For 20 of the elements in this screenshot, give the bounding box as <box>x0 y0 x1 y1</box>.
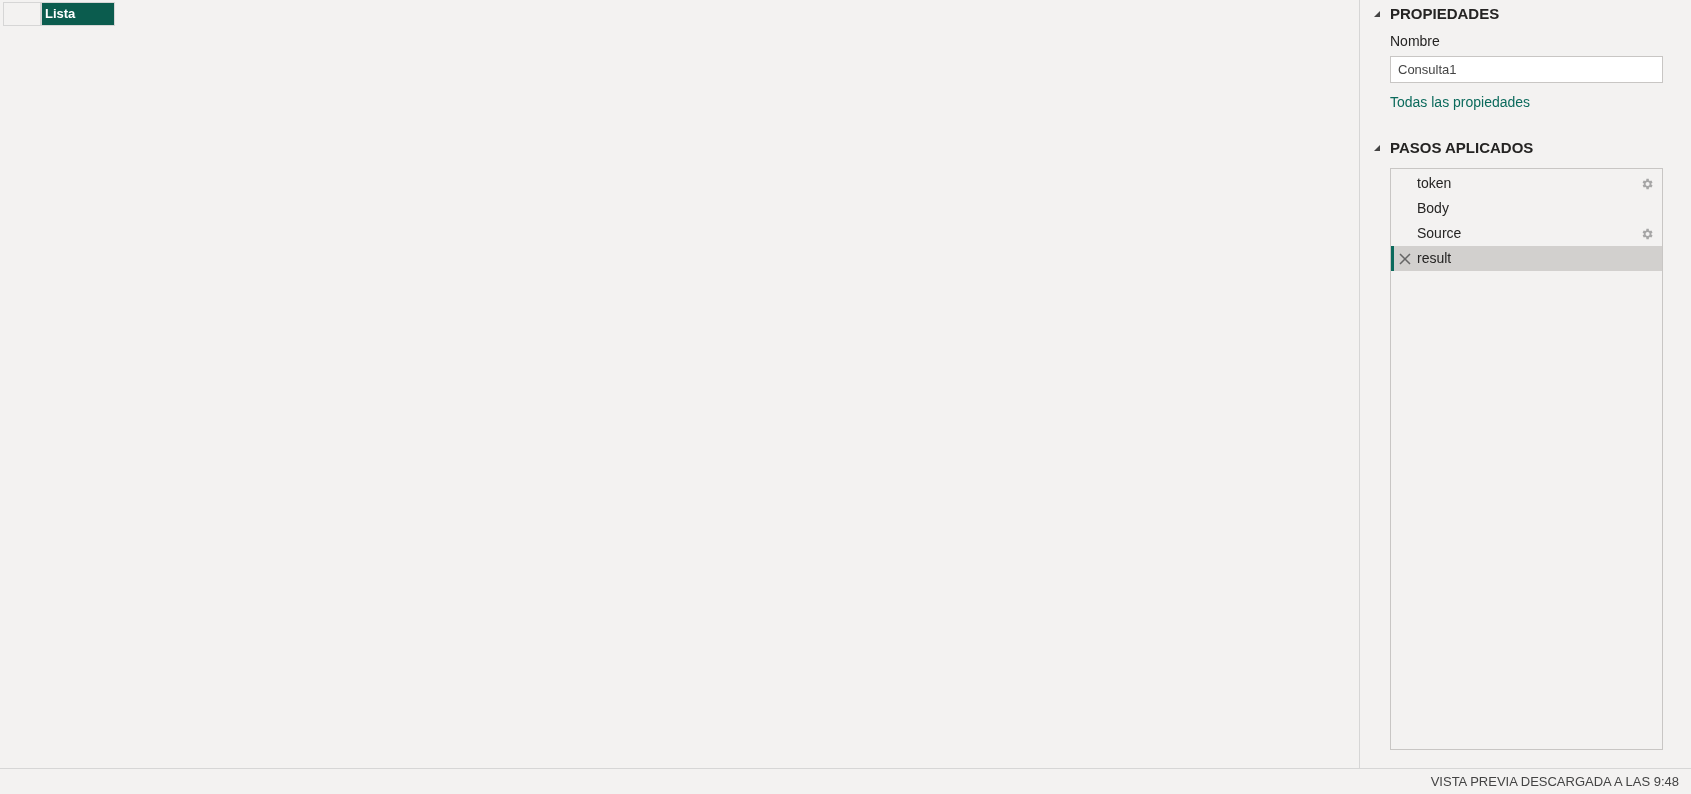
collapse-caret-icon[interactable] <box>1373 143 1381 152</box>
step-label: Body <box>1417 199 1450 218</box>
section-title: PASOS APLICADOS <box>1390 137 1534 158</box>
collapse-caret-icon[interactable] <box>1373 10 1381 19</box>
name-field[interactable]: Consulta1 <box>1390 55 1663 83</box>
all-properties-link[interactable]: Todas las propiedades <box>1390 91 1531 113</box>
status-text: VISTA PREVIA DESCARGADA A LAS 9:48 <box>1430 772 1679 791</box>
delete-icon[interactable] <box>1399 252 1411 265</box>
applied-step[interactable]: token <box>1391 171 1662 196</box>
column-header[interactable]: Lista <box>41 2 115 26</box>
step-label: result <box>1417 249 1453 268</box>
applied-step[interactable]: Body <box>1391 196 1662 221</box>
gear-icon[interactable] <box>1640 176 1654 191</box>
step-label: token <box>1417 174 1453 193</box>
step-label: Source <box>1417 224 1463 243</box>
gear-icon[interactable] <box>1640 226 1654 241</box>
section-title: PROPIEDADES <box>1390 4 1500 24</box>
field-label: Nombre <box>1390 31 1441 51</box>
applied-step[interactable]: Source <box>1391 221 1662 246</box>
applied-step[interactable]: result <box>1391 246 1662 271</box>
